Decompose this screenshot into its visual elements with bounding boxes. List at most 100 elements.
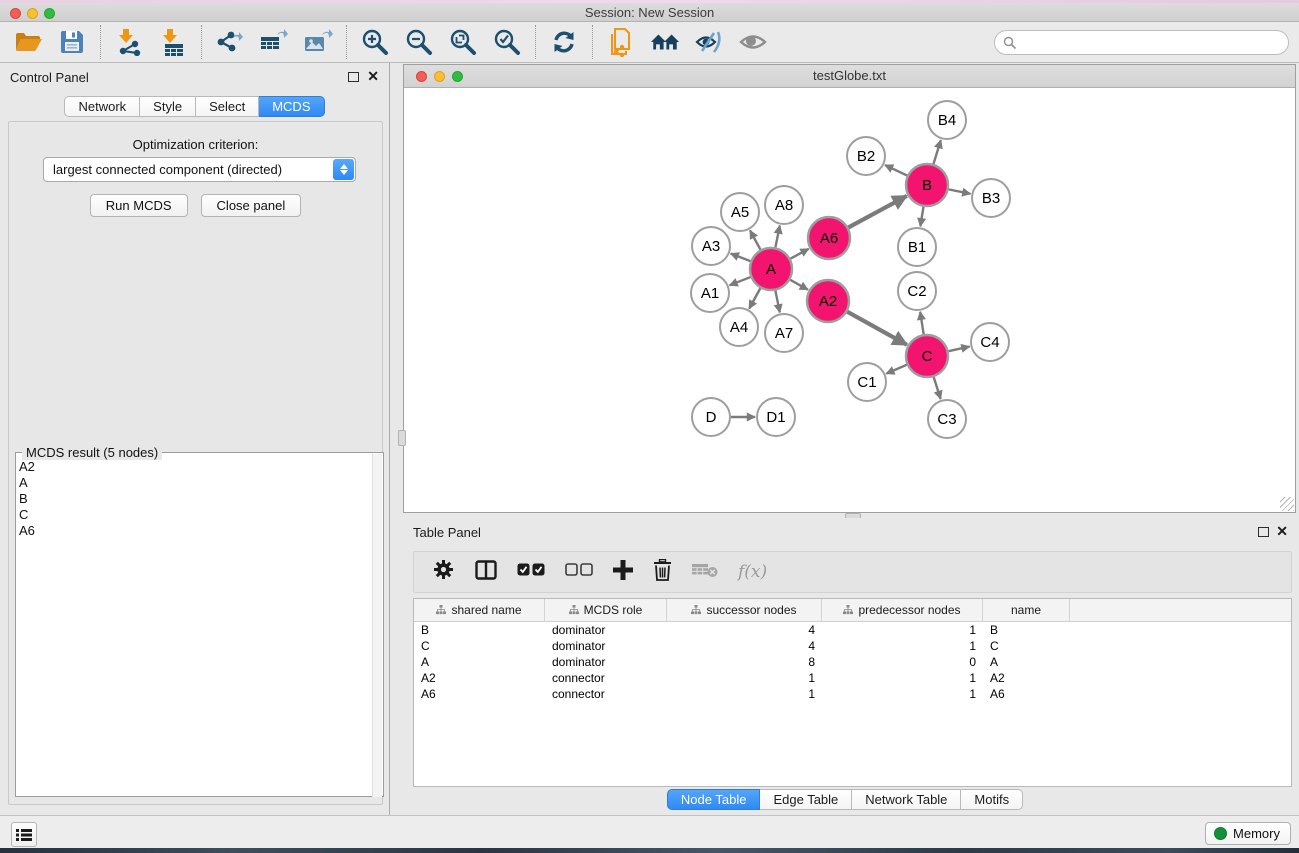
network-canvas[interactable]: B4B2BB3A5A8A6A3B1AC2A1A2A4A7C4CC1C3DD1: [404, 88, 1295, 512]
edge-A-A5[interactable]: [750, 230, 760, 249]
node-D[interactable]: D: [692, 398, 730, 436]
mcds-result-item[interactable]: C: [19, 507, 35, 523]
node-A5[interactable]: A5: [721, 193, 759, 231]
cell-successor-nodes[interactable]: 4: [667, 638, 822, 654]
cell-shared-name[interactable]: A6: [414, 686, 545, 702]
node-B1[interactable]: B1: [898, 228, 936, 266]
node-C1[interactable]: C1: [848, 363, 886, 401]
minimize-network-light[interactable]: [434, 71, 445, 82]
close-table-panel-icon[interactable]: ✕: [1276, 523, 1288, 540]
cell-name[interactable]: A6: [983, 686, 1070, 702]
tab-style[interactable]: Style: [140, 96, 196, 117]
optimization-criterion-select[interactable]: largest connected component (directed): [43, 157, 356, 182]
edge-B-B2[interactable]: [885, 165, 907, 176]
mcds-result-item[interactable]: A2: [19, 459, 35, 475]
node-B3[interactable]: B3: [972, 179, 1010, 217]
close-network-light[interactable]: [416, 71, 427, 82]
edge-C-C3[interactable]: [934, 377, 941, 399]
cell-predecessor-nodes[interactable]: 1: [822, 686, 983, 702]
memory-button[interactable]: Memory: [1205, 822, 1291, 845]
table-row[interactable]: Cdominator41C: [414, 638, 1291, 654]
refresh-icon[interactable]: [549, 27, 579, 57]
home-icon[interactable]: [650, 27, 680, 57]
node-A8[interactable]: A8: [765, 186, 803, 224]
clone-network-icon[interactable]: [606, 27, 636, 57]
cell-successor-nodes[interactable]: 1: [667, 670, 822, 686]
deselect-all-icon[interactable]: [565, 563, 593, 581]
column-header-predecessor-nodes[interactable]: predecessor nodes: [822, 599, 983, 621]
export-network-icon[interactable]: [215, 27, 245, 57]
zoom-fit-icon[interactable]: [448, 27, 478, 57]
task-history-button[interactable]: [11, 822, 37, 847]
cell-name[interactable]: A2: [983, 670, 1070, 686]
add-column-icon[interactable]: [613, 560, 633, 585]
node-C2[interactable]: C2: [898, 272, 936, 310]
cell-shared-name[interactable]: B: [414, 622, 545, 638]
import-table-icon[interactable]: [158, 27, 188, 57]
cell-successor-nodes[interactable]: 1: [667, 686, 822, 702]
table-row[interactable]: A6connector11A6: [414, 686, 1291, 702]
node-C3[interactable]: C3: [928, 400, 966, 438]
column-header-shared-name[interactable]: shared name: [414, 599, 545, 621]
cell-MCDS-role[interactable]: connector: [545, 686, 667, 702]
cell-MCDS-role[interactable]: connector: [545, 670, 667, 686]
float-panel-icon[interactable]: [348, 72, 359, 82]
delete-icon[interactable]: [653, 559, 672, 586]
resize-grip[interactable]: [1280, 497, 1294, 511]
tab-mcds[interactable]: MCDS: [259, 96, 324, 117]
minimize-window-light[interactable]: [27, 8, 38, 19]
column-header-MCDS-role[interactable]: MCDS role: [545, 599, 667, 621]
node-D1[interactable]: D1: [757, 398, 795, 436]
cell-predecessor-nodes[interactable]: 1: [822, 638, 983, 654]
zoom-out-icon[interactable]: [404, 27, 434, 57]
network-window-titlebar[interactable]: testGlobe.txt: [404, 65, 1295, 88]
column-header-name[interactable]: name: [983, 599, 1070, 621]
edge-B-B1[interactable]: [920, 207, 923, 227]
cell-MCDS-role[interactable]: dominator: [545, 622, 667, 638]
cell-shared-name[interactable]: A2: [414, 670, 545, 686]
splitter-handle-left[interactable]: [398, 430, 406, 446]
cell-shared-name[interactable]: C: [414, 638, 545, 654]
node-B2[interactable]: B2: [847, 137, 885, 175]
edge-A-A3[interactable]: [731, 254, 751, 262]
zoom-in-icon[interactable]: [360, 27, 390, 57]
tab-edge-table[interactable]: Edge Table: [760, 789, 852, 810]
edge-A-A7[interactable]: [775, 291, 779, 313]
cell-MCDS-role[interactable]: dominator: [545, 638, 667, 654]
search-text-field[interactable]: [1022, 33, 1288, 53]
edge-A-A1[interactable]: [730, 277, 751, 285]
edge-A-A6[interactable]: [790, 249, 808, 259]
column-view-icon[interactable]: [475, 560, 497, 585]
edge-A6-B[interactable]: [848, 196, 906, 228]
node-table[interactable]: shared nameMCDS rolesuccessor nodesprede…: [413, 598, 1292, 787]
table-row[interactable]: A2connector11A2: [414, 670, 1291, 686]
node-A7[interactable]: A7: [765, 314, 803, 352]
node-B[interactable]: B: [906, 164, 948, 206]
tab-network[interactable]: Network: [64, 96, 140, 117]
hide-panel-eye-icon[interactable]: [694, 27, 724, 57]
node-A2[interactable]: A2: [807, 280, 849, 322]
edge-B-B3[interactable]: [949, 189, 971, 193]
close-window-light[interactable]: [10, 8, 21, 19]
node-C4[interactable]: C4: [971, 323, 1009, 361]
edge-A-A2[interactable]: [790, 280, 808, 290]
cell-predecessor-nodes[interactable]: 1: [822, 622, 983, 638]
node-A6[interactable]: A6: [808, 217, 850, 259]
select-all-icon[interactable]: [517, 563, 545, 581]
node-B4[interactable]: B4: [928, 101, 966, 139]
show-panel-eye-icon[interactable]: [738, 27, 768, 57]
node-A3[interactable]: A3: [692, 227, 730, 265]
close-panel-button[interactable]: Close panel: [201, 194, 302, 217]
float-table-panel-icon[interactable]: [1258, 527, 1269, 537]
edge-C-C1[interactable]: [886, 365, 907, 374]
node-A[interactable]: A: [750, 248, 792, 290]
mcds-result-item[interactable]: A: [19, 475, 35, 491]
tab-network-table[interactable]: Network Table: [852, 789, 961, 810]
open-session-icon[interactable]: [13, 27, 43, 57]
export-image-icon[interactable]: [303, 27, 333, 57]
search-input[interactable]: [994, 30, 1289, 55]
edge-C-C4[interactable]: [948, 347, 969, 352]
cell-name[interactable]: A: [983, 654, 1070, 670]
edge-A2-C[interactable]: [847, 312, 907, 345]
export-table-icon[interactable]: [259, 27, 289, 57]
